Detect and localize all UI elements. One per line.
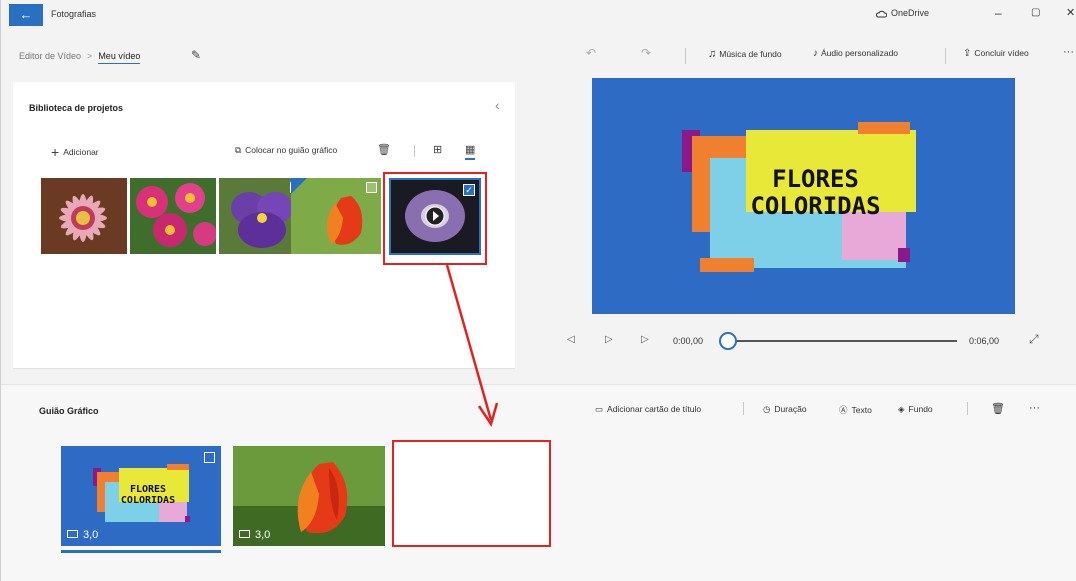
annotation-arrow: [445, 264, 499, 427]
photos-app-window: ← Fotografias OneDrive – ▢ ✕ Editor de V…: [0, 0, 1076, 581]
